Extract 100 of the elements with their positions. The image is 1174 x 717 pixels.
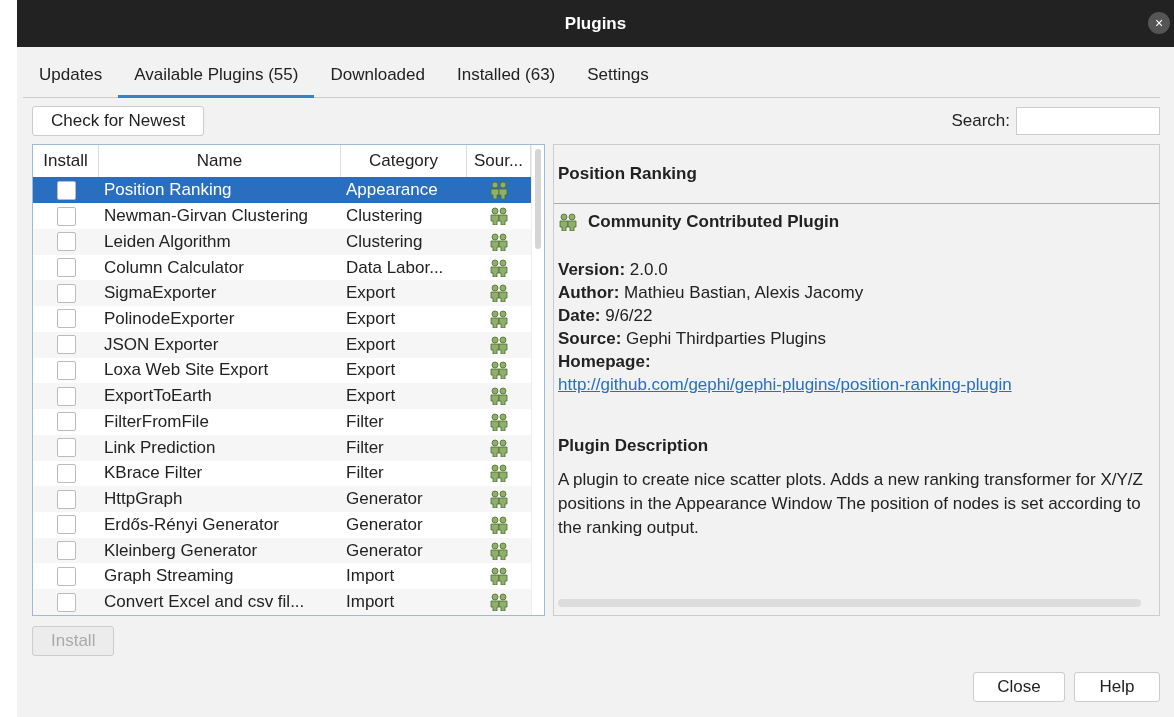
table-row[interactable]: SigmaExporter Export xyxy=(33,280,531,307)
detail-field: Author: Mathieu Bastian, Alexis Jacomy xyxy=(558,281,1155,304)
table-cell-text: JSON Exporter xyxy=(103,334,220,355)
people-icon xyxy=(489,335,509,354)
dialog-button[interactable]: Help xyxy=(1074,672,1160,702)
table-row[interactable]: Convert Excel and csv fil... Import xyxy=(33,589,531,615)
table-cell-text: Export xyxy=(345,334,397,355)
table-cell-text: KBrace Filter xyxy=(103,463,204,484)
checkbox[interactable] xyxy=(56,258,76,277)
tab[interactable]: Available Plugins (55) xyxy=(118,55,315,98)
search-label: Search: xyxy=(951,111,1010,131)
table-cell-text: Column Calculator xyxy=(103,257,245,278)
table-cell-text: Export xyxy=(345,386,397,407)
table-row[interactable]: Leiden Algorithm Clustering xyxy=(33,228,531,255)
table-cell-text: Filter xyxy=(345,463,385,484)
people-icon xyxy=(558,213,578,231)
people-icon xyxy=(489,490,509,509)
table-row[interactable]: Kleinberg Generator Generator xyxy=(33,537,531,564)
checkbox[interactable] xyxy=(56,232,76,252)
people-icon xyxy=(489,541,509,560)
table-row[interactable]: JSON Exporter Export xyxy=(33,331,531,358)
table-cell-text: Kleinberg Generator xyxy=(103,540,259,561)
people-icon xyxy=(489,387,509,406)
table-cell-text: Loxa Web Site Export xyxy=(103,360,270,381)
plugin-title: Position Ranking xyxy=(558,164,697,184)
detail-field: Homepage: xyxy=(558,350,1155,373)
search-field[interactable] xyxy=(1016,107,1160,135)
check-for-newest-button[interactable]: Check for Newest xyxy=(32,106,205,136)
table-cell-text: Import xyxy=(345,566,396,587)
checkbox[interactable] xyxy=(56,283,76,303)
people-icon xyxy=(489,181,509,200)
table-row[interactable]: Position Ranking Appearance xyxy=(33,177,531,204)
people-icon xyxy=(489,232,509,251)
people-icon xyxy=(489,207,509,226)
tab[interactable]: Settings xyxy=(571,55,665,98)
table-cell-text: Generator xyxy=(345,489,424,510)
detail-field: Source: Gephi Thirdparties Plugins xyxy=(558,327,1155,350)
table-row[interactable]: Link Prediction Filter xyxy=(33,434,531,461)
table-cell-text: Import xyxy=(345,592,396,613)
window-title: Plugins xyxy=(564,13,627,34)
people-icon xyxy=(489,567,509,586)
table-cell-text: Export xyxy=(345,360,397,381)
people-icon xyxy=(489,412,509,431)
table-cell-text: Leiden Algorithm xyxy=(103,231,232,252)
checkbox[interactable] xyxy=(56,386,76,406)
people-icon xyxy=(489,515,509,534)
table-row[interactable]: ExportToEarth Export xyxy=(33,383,531,410)
table-cell-text: Position Ranking xyxy=(103,180,233,201)
table-cell-text: Export xyxy=(345,308,397,329)
table-cell-text: HttpGraph xyxy=(103,489,184,510)
people-icon xyxy=(489,438,509,457)
table-cell-text: Filter xyxy=(345,437,385,458)
table-cell-text: Generator xyxy=(345,514,424,535)
description-title: Plugin Description xyxy=(558,436,710,456)
checkbox[interactable] xyxy=(56,515,76,535)
table-row[interactable]: HttpGraph Generator xyxy=(33,486,531,512)
people-icon xyxy=(489,258,509,277)
table-cell-text: PolinodeExporter xyxy=(103,308,236,329)
checkbox[interactable] xyxy=(56,463,76,483)
checkbox[interactable] xyxy=(56,206,76,226)
people-icon xyxy=(489,593,509,612)
homepage-link[interactable]: http://github.com/gephi/gephi-plugins/position-ranking-plugin xyxy=(558,375,1012,394)
checkbox[interactable] xyxy=(56,541,76,561)
people-icon xyxy=(489,361,509,380)
close-button[interactable]: × xyxy=(1148,12,1170,34)
table-cell-text: Export xyxy=(345,283,397,304)
table-cell-text: Convert Excel and csv fil... xyxy=(103,592,306,613)
people-icon xyxy=(489,464,509,483)
tab[interactable]: Installed (63) xyxy=(440,55,572,98)
checkbox[interactable] xyxy=(56,412,76,432)
badge-text: Community Contributed Plugin xyxy=(588,212,840,232)
checkbox[interactable] xyxy=(56,566,76,586)
table-cell-text: Erdős-Rényi Generator xyxy=(103,514,280,535)
scrollbar-thumb[interactable] xyxy=(535,149,541,249)
table-cell-text: SigmaExporter xyxy=(103,283,218,304)
checkbox[interactable] xyxy=(56,180,76,200)
checkbox[interactable] xyxy=(56,309,76,329)
table-cell-text: Data Labor... xyxy=(345,257,445,278)
detail-field: Version: 2.0.0 xyxy=(558,258,1155,281)
people-icon xyxy=(489,309,509,328)
checkbox[interactable] xyxy=(56,592,76,612)
dialog-button[interactable]: Close xyxy=(973,672,1065,702)
tab[interactable]: Downloaded xyxy=(314,55,441,98)
table-cell-text: Filter xyxy=(345,411,385,432)
checkbox[interactable] xyxy=(56,489,76,509)
table-cell-text: Link Prediction xyxy=(103,437,217,458)
table-cell-text: Graph Streaming xyxy=(103,566,235,587)
description-text: A plugin to create nice scatter plots. Adds a new ranking transformer for X/Y/Z positions in the Appearance Window The position of nodes is set according to the ranking output. xyxy=(558,469,1144,539)
table-cell-text: Newman-Girvan Clustering xyxy=(103,206,310,227)
table-cell-text: ExportToEarth xyxy=(103,386,213,407)
detail-field: Date: 9/6/22 xyxy=(558,304,1155,327)
table-cell-text: Generator xyxy=(345,540,424,561)
table-cell-text: Clustering xyxy=(345,206,424,227)
checkbox[interactable] xyxy=(56,360,76,380)
table-cell-text: Appearance xyxy=(345,180,439,201)
table-cell-text: Clustering xyxy=(345,231,424,252)
table-cell-text: FilterFromFile xyxy=(103,411,210,432)
checkbox[interactable] xyxy=(56,335,76,355)
checkbox[interactable] xyxy=(56,438,76,458)
tab[interactable]: Updates xyxy=(23,55,119,98)
